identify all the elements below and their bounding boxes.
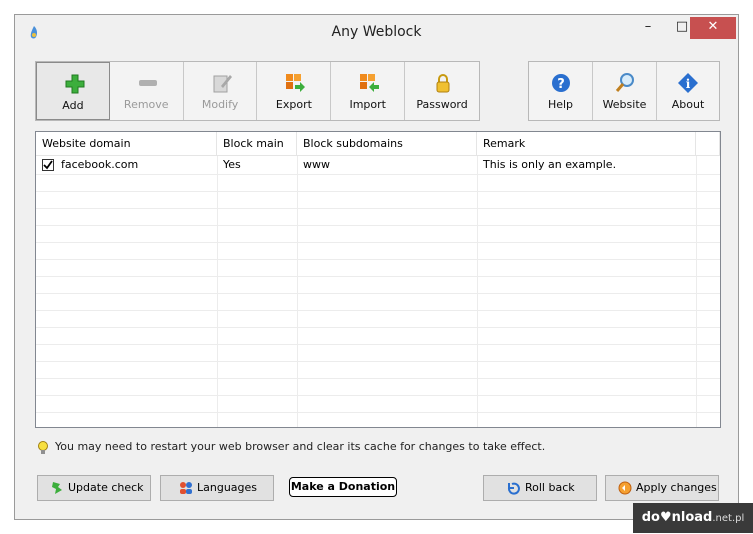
export-label: Export: [275, 98, 312, 111]
grid-line: [36, 327, 720, 328]
people-icon: [180, 482, 192, 494]
column-header-block-main[interactable]: Block main: [217, 132, 297, 156]
roll-back-label: Roll back: [525, 481, 575, 494]
undo-icon: [507, 482, 520, 495]
grid-line: [36, 208, 720, 209]
about-label: About: [671, 98, 705, 111]
cell-block-subdomains[interactable]: www: [303, 156, 330, 174]
column-header-domain[interactable]: Website domain: [36, 132, 217, 156]
modify-icon: [213, 75, 232, 93]
domain-list[interactable]: Website domain Block main Block subdomai…: [35, 131, 721, 428]
grid-line: [36, 174, 720, 175]
export-button[interactable]: Export: [257, 62, 332, 120]
grid-line: [36, 395, 720, 396]
website-label: Website: [602, 98, 647, 111]
checkmark-icon: [43, 160, 53, 170]
minimize-button[interactable]: –: [631, 17, 665, 39]
window-title: Any Weblock: [331, 24, 422, 40]
watermark-suffix: .net.pl: [712, 513, 745, 524]
grid-line: [36, 361, 720, 362]
svg-text:i: i: [686, 77, 691, 91]
grid-line: [36, 242, 720, 243]
watermark-main: do♥nload: [641, 510, 713, 525]
update-check-label: Update check: [68, 481, 144, 494]
grid-line: [36, 344, 720, 345]
help-button[interactable]: ? Help: [529, 62, 593, 120]
import-label: Import: [349, 98, 386, 111]
grid-line: [36, 293, 720, 294]
grid-line: [36, 225, 720, 226]
remove-icon: [138, 80, 157, 86]
lock-icon: [436, 74, 450, 93]
restart-hint: You may need to restart your web browser…: [55, 440, 546, 453]
roll-back-button[interactable]: Roll back: [483, 475, 597, 501]
grid-line: [696, 156, 697, 427]
modify-label: Modify: [201, 98, 239, 111]
info-icon: i: [678, 73, 698, 93]
main-toolbar: Add Remove Modify Export Import Password: [35, 61, 480, 121]
close-button[interactable]: ✕: [690, 17, 736, 39]
update-check-button[interactable]: Update check: [37, 475, 151, 501]
about-button[interactable]: i About: [657, 62, 719, 120]
grid-line: [36, 310, 720, 311]
watermark-logo: do♥nload.net.pl: [633, 503, 753, 533]
help-icon: ?: [552, 74, 570, 92]
website-button[interactable]: Website: [593, 62, 657, 120]
grid-line: [36, 259, 720, 260]
grid-line: [36, 191, 720, 192]
magnifier-icon: [615, 73, 634, 92]
cell-remark[interactable]: This is only an example.: [483, 156, 616, 174]
donate-button[interactable]: Make a Donation: [289, 477, 397, 497]
column-header-remark[interactable]: Remark: [477, 132, 696, 156]
grid-line: [217, 156, 218, 427]
password-label: Password: [416, 98, 468, 111]
row-checkbox[interactable]: [42, 159, 54, 171]
import-icon: [360, 74, 380, 92]
grid-line: [36, 378, 720, 379]
languages-button[interactable]: Languages: [160, 475, 274, 501]
column-header-filler: [696, 132, 720, 156]
grid-line: [36, 276, 720, 277]
apply-icon: [618, 481, 632, 495]
cell-block-main[interactable]: Yes: [223, 156, 241, 174]
add-icon: [65, 74, 85, 94]
help-label: Help: [547, 98, 574, 111]
password-button[interactable]: Password: [405, 62, 479, 120]
add-label: Add: [62, 99, 84, 112]
add-button[interactable]: Add: [36, 62, 110, 120]
grid-line: [36, 412, 720, 413]
cell-domain[interactable]: facebook.com: [61, 156, 138, 174]
remove-button[interactable]: Remove: [110, 62, 184, 120]
import-button[interactable]: Import: [331, 62, 406, 120]
app-window: Any Weblock – □ ✕ Add Remove Modify Expo…: [14, 14, 739, 520]
help-toolbar: ? Help Website i About: [528, 61, 720, 121]
apply-changes-button[interactable]: Apply changes: [605, 475, 719, 501]
modify-button[interactable]: Modify: [184, 62, 258, 120]
apply-changes-label: Apply changes: [636, 481, 717, 494]
column-header-block-subdomains[interactable]: Block subdomains: [297, 132, 477, 156]
grid-line: [297, 156, 298, 427]
export-icon: [286, 74, 306, 92]
update-icon: [52, 482, 62, 494]
svg-text:?: ?: [557, 77, 565, 92]
title-bar[interactable]: Any Weblock – □ ✕: [15, 15, 738, 49]
grid-line: [477, 156, 478, 427]
lightbulb-icon: [38, 441, 48, 454]
languages-label: Languages: [197, 481, 258, 494]
remove-label: Remove: [123, 98, 169, 111]
